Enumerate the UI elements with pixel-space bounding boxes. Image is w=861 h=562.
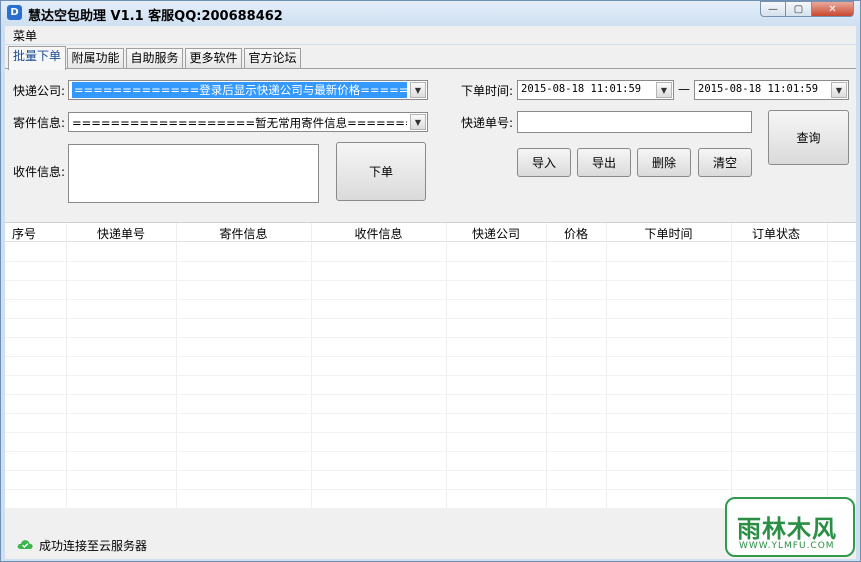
column-header-order-time[interactable]: 下单时间	[606, 225, 731, 242]
grid-column-divider	[311, 223, 312, 509]
grid-column-divider	[606, 223, 607, 509]
restore-icon: ▢	[793, 3, 804, 15]
order-form-panel: 快递公司: =============登录后显示快递公司与最新价格=======…	[5, 68, 856, 211]
courier-select[interactable]: =============登录后显示快递公司与最新价格=============…	[68, 80, 428, 100]
clear-button[interactable]: 清空	[698, 148, 752, 177]
panel-divider	[5, 211, 856, 222]
place-order-button[interactable]: 下单	[336, 142, 426, 201]
grid-row-divider	[5, 356, 856, 357]
tracking-label: 快递单号:	[461, 116, 514, 130]
tab-more-software[interactable]: 更多软件	[185, 48, 242, 69]
menu-item-main[interactable]: 菜单	[13, 27, 37, 44]
grid-row-divider	[5, 470, 856, 471]
date-from-picker[interactable]: 2015-08-18 11:01:59 ▼	[517, 80, 674, 100]
grid-row-divider	[5, 432, 856, 433]
chevron-down-icon[interactable]: ▼	[656, 82, 672, 98]
orders-table[interactable]: 序号 快递单号 寄件信息 收件信息 快递公司 价格 下单时间 订单状态	[5, 222, 856, 509]
grid-row-divider	[5, 280, 856, 281]
tab-strip: 批量下单 附属功能 自助服务 更多软件 官方论坛	[5, 45, 856, 70]
title-bar[interactable]: D 慧达空包助理 V1.1 客服QQ:200688462 — ▢ ✕	[1, 1, 860, 25]
grid-column-divider	[446, 223, 447, 509]
export-button[interactable]: 导出	[577, 148, 631, 177]
grid-row-divider	[5, 413, 856, 414]
chevron-down-icon[interactable]: ▼	[410, 82, 426, 98]
table-header: 序号 快递单号 寄件信息 收件信息 快递公司 价格 下单时间 订单状态	[5, 223, 856, 242]
delete-button[interactable]: 删除	[637, 148, 691, 177]
grid-row-divider	[5, 337, 856, 338]
restore-button[interactable]: ▢	[786, 1, 812, 17]
watermark-logo: 雨林木风 WWW.YLMFU.COM	[725, 497, 855, 557]
grid-column-divider	[176, 223, 177, 509]
column-header-price[interactable]: 价格	[546, 225, 606, 242]
chevron-down-icon[interactable]: ▼	[831, 82, 847, 98]
grid-row-divider	[5, 451, 856, 452]
connection-status-text: 成功连接至云服务器	[39, 539, 148, 553]
column-header-tracking[interactable]: 快递单号	[66, 225, 176, 242]
order-time-label: 下单时间:	[461, 84, 514, 98]
window-title: 慧达空包助理 V1.1 客服QQ:200688462	[28, 9, 283, 24]
window-controls: — ▢ ✕	[760, 1, 854, 17]
date-to-value: 2015-08-18 11:01:59	[698, 83, 819, 95]
sender-select[interactable]: ===================暂无常用寄件信息=============…	[68, 112, 428, 132]
chevron-down-icon[interactable]: ▼	[410, 114, 426, 130]
sender-selected-value: ===================暂无常用寄件信息=============…	[72, 116, 407, 130]
minimize-button[interactable]: —	[760, 1, 786, 17]
tracking-number-input[interactable]	[517, 111, 752, 133]
import-button[interactable]: 导入	[517, 148, 571, 177]
date-to-picker[interactable]: 2015-08-18 11:01:59 ▼	[694, 80, 849, 100]
tab-self-service[interactable]: 自助服务	[126, 48, 183, 69]
column-header-index[interactable]: 序号	[5, 225, 43, 242]
grid-column-divider	[546, 223, 547, 509]
grid-row-divider	[5, 375, 856, 376]
tab-forum[interactable]: 官方论坛	[244, 48, 301, 69]
column-header-sender[interactable]: 寄件信息	[176, 225, 311, 242]
grid-row-divider	[5, 394, 856, 395]
column-header-receiver[interactable]: 收件信息	[311, 225, 446, 242]
courier-label: 快递公司:	[13, 84, 66, 98]
watermark-title: 雨林木风	[737, 515, 837, 543]
watermark-url: WWW.YLMFU.COM	[739, 541, 835, 551]
date-range-separator: —	[678, 82, 690, 96]
grid-column-divider	[827, 223, 828, 509]
minimize-icon: —	[768, 3, 778, 15]
receiver-textarea[interactable]	[68, 144, 319, 203]
grid-column-divider	[731, 223, 732, 509]
tab-batch-order[interactable]: 批量下单	[8, 46, 66, 70]
tab-extras[interactable]: 附属功能	[67, 48, 124, 69]
grid-row-divider	[5, 318, 856, 319]
query-button[interactable]: 查询	[768, 110, 849, 165]
sender-label: 寄件信息:	[13, 116, 66, 130]
grid-row-divider	[5, 261, 856, 262]
close-button[interactable]: ✕	[812, 1, 854, 17]
receiver-label: 收件信息:	[13, 165, 66, 179]
app-window: D 慧达空包助理 V1.1 客服QQ:200688462 — ▢ ✕ 菜单 批量…	[0, 0, 861, 562]
courier-selected-value: =============登录后显示快递公司与最新价格=============	[72, 82, 407, 98]
menu-bar: 菜单	[5, 26, 856, 44]
grid-row-divider	[5, 489, 856, 490]
grid-row-divider	[5, 299, 856, 300]
date-from-value: 2015-08-18 11:01:59	[521, 83, 642, 95]
column-header-courier[interactable]: 快递公司	[446, 225, 546, 242]
app-logo-icon: D	[7, 5, 22, 20]
column-header-status[interactable]: 订单状态	[731, 225, 821, 242]
grid-column-divider	[66, 223, 67, 509]
cloud-check-icon	[17, 540, 33, 549]
close-icon: ✕	[828, 3, 837, 15]
